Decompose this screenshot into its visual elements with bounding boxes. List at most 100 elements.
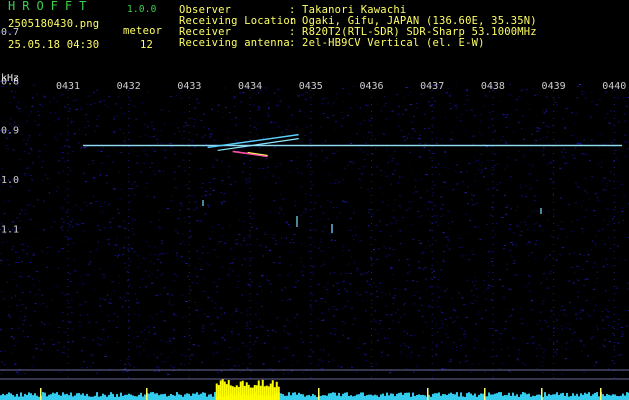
noise-speck bbox=[182, 151, 185, 153]
noise-speck bbox=[146, 196, 148, 197]
noise-speck bbox=[460, 114, 463, 116]
activity-bin bbox=[564, 395, 566, 400]
noise-speck bbox=[72, 340, 74, 342]
noise-speck bbox=[425, 247, 427, 249]
noise-speck bbox=[231, 270, 234, 272]
noise-speck bbox=[153, 334, 156, 335]
noise-speck bbox=[245, 155, 248, 157]
noise-speck bbox=[53, 97, 55, 99]
noise-speck bbox=[79, 321, 81, 323]
activity-bin bbox=[558, 395, 560, 400]
noise-speck bbox=[369, 362, 371, 363]
noise-speck bbox=[329, 233, 331, 235]
noise-speck bbox=[156, 142, 159, 144]
noise-speck bbox=[146, 126, 149, 128]
noise-speck bbox=[202, 113, 205, 115]
noise-speck bbox=[491, 206, 494, 208]
noise-speck bbox=[529, 276, 531, 278]
noise-speck bbox=[352, 323, 354, 325]
noise-speck bbox=[278, 177, 280, 179]
noise-speck bbox=[413, 334, 416, 336]
noise-speck bbox=[556, 225, 559, 226]
activity-bin bbox=[126, 394, 128, 400]
noise-speck bbox=[323, 160, 326, 162]
noise-speck bbox=[129, 284, 131, 286]
noise-speck bbox=[515, 243, 517, 245]
noise-speck bbox=[423, 146, 426, 148]
noise-speck bbox=[5, 145, 8, 147]
noise-speck bbox=[184, 244, 186, 246]
noise-speck bbox=[493, 186, 495, 188]
noise-speck bbox=[122, 371, 125, 373]
noise-speck bbox=[561, 325, 563, 327]
noise-speck bbox=[472, 249, 474, 251]
noise-speck bbox=[21, 276, 23, 278]
noise-speck bbox=[111, 217, 114, 219]
noise-speck bbox=[456, 107, 458, 109]
noise-speck bbox=[257, 109, 260, 111]
noise-speck bbox=[247, 353, 249, 355]
noise-speck bbox=[487, 271, 491, 273]
noise-speck bbox=[31, 97, 34, 99]
noise-speck bbox=[578, 339, 581, 340]
noise-speck bbox=[421, 252, 424, 254]
noise-speck bbox=[550, 161, 553, 163]
noise-speck bbox=[291, 365, 294, 367]
noise-speck bbox=[31, 366, 34, 368]
noise-speck bbox=[317, 283, 320, 285]
noise-speck bbox=[341, 85, 344, 87]
activity-bin bbox=[166, 396, 168, 400]
noise-speck bbox=[457, 140, 459, 141]
noise-speck bbox=[294, 317, 296, 319]
noise-speck bbox=[154, 173, 156, 175]
noise-speck bbox=[257, 106, 260, 108]
noise-speck bbox=[180, 354, 183, 356]
activity-bin bbox=[520, 394, 522, 400]
noise-speck bbox=[562, 156, 565, 158]
noise-speck bbox=[30, 219, 32, 221]
noise-speck bbox=[536, 239, 537, 241]
noise-speck bbox=[529, 149, 532, 151]
noise-speck bbox=[149, 315, 152, 317]
noise-speck bbox=[89, 202, 92, 204]
noise-speck bbox=[624, 177, 626, 179]
noise-speck bbox=[343, 100, 345, 102]
noise-speck bbox=[164, 157, 167, 159]
noise-speck bbox=[173, 171, 176, 173]
noise-speck bbox=[560, 373, 564, 375]
noise-speck bbox=[537, 130, 540, 132]
noise-speck bbox=[74, 270, 77, 272]
noise-speck bbox=[273, 199, 275, 201]
noise-speck bbox=[6, 138, 8, 140]
noise-speck bbox=[297, 280, 299, 281]
noise-speck bbox=[533, 229, 535, 231]
noise-speck bbox=[157, 370, 161, 372]
activity-bin bbox=[606, 394, 608, 400]
noise-speck bbox=[409, 356, 412, 358]
noise-speck bbox=[487, 287, 489, 289]
noise-speck bbox=[216, 316, 219, 318]
noise-speck bbox=[582, 254, 585, 256]
noise-speck bbox=[70, 221, 73, 223]
activity-bin bbox=[366, 395, 368, 400]
noise-speck bbox=[624, 141, 626, 143]
activity-spike bbox=[318, 388, 320, 400]
noise-speck bbox=[350, 154, 352, 156]
noise-speck bbox=[111, 265, 113, 267]
noise-speck bbox=[580, 318, 582, 320]
noise-speck bbox=[516, 245, 518, 247]
noise-speck bbox=[534, 142, 537, 144]
noise-speck bbox=[372, 282, 375, 284]
noise-speck bbox=[335, 93, 337, 95]
noise-speck bbox=[113, 118, 116, 120]
noise-speck bbox=[431, 315, 433, 317]
activity-bin bbox=[578, 396, 580, 400]
noise-speck bbox=[56, 101, 58, 102]
noise-speck bbox=[190, 337, 192, 339]
noise-speck bbox=[230, 368, 234, 370]
activity-bin bbox=[96, 392, 98, 400]
noise-speck bbox=[125, 300, 127, 302]
noise-speck bbox=[163, 252, 166, 254]
noise-speck bbox=[57, 350, 59, 351]
noise-speck bbox=[399, 230, 402, 232]
